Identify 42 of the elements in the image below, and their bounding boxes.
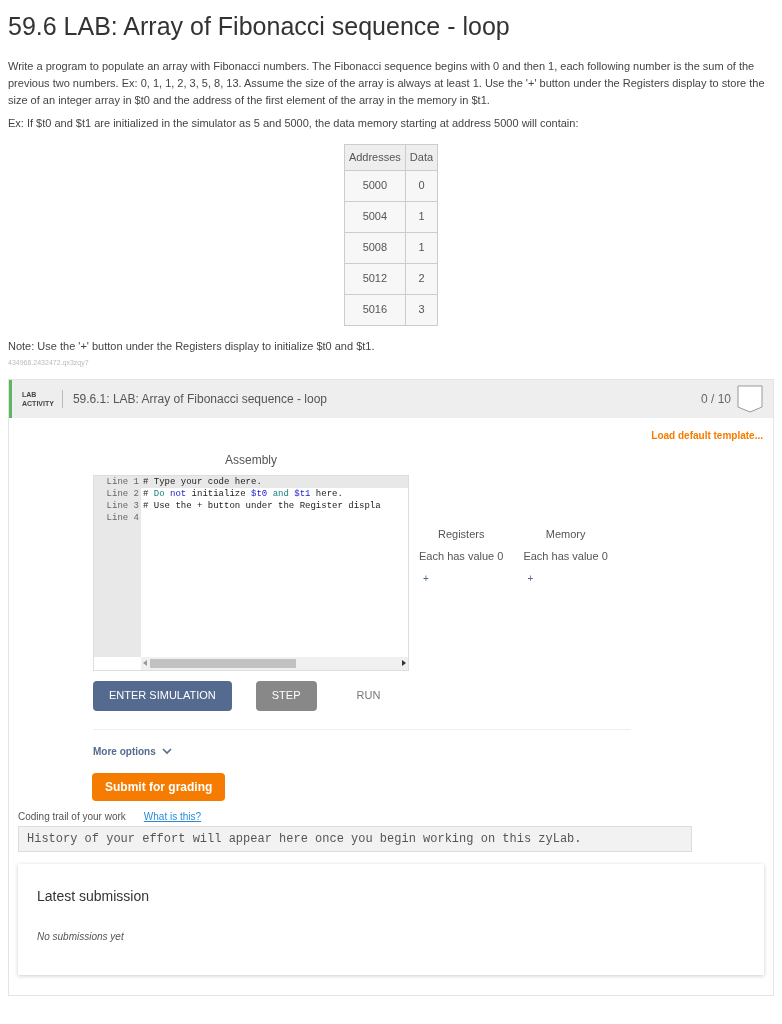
panel-title: Memory — [545, 526, 586, 542]
line-number: Line 3 — [105, 499, 140, 512]
table-cell: 5000 — [344, 170, 406, 201]
add-button[interactable]: + — [527, 570, 534, 586]
coding-trail: History of your effort will appear here once you begin working on this zyLab. — [18, 825, 692, 852]
simulation-button[interactable]: RUN — [340, 680, 397, 711]
score: 0 / 10 — [700, 390, 731, 408]
card-title: Latest submission — [37, 886, 151, 906]
lab-heading: 59.6.1: LAB: Array of Fibonacci sequence - loop — [72, 390, 328, 408]
line-number: Line 1 — [105, 475, 140, 488]
horizontal-scrollbar[interactable] — [141, 656, 408, 670]
paragraph: Write a program to populate an array with Fibonacci numbers. The Fibonacci sequence begins with 0 and then 1, each following number is the sum of the previous two numbers. Ex: 0, 1, 1, 2, 3, 5, 8, 13. Assume the size of the array is always at least 1. Use the '+' button under the Registers display to store the size of an integer array in $t0 and the address of the first element of the array in the memory in $t1. — [8, 58, 766, 108]
page-title: 59.6 LAB: Array of Fibonacci sequence - loop — [8, 11, 511, 42]
score-badge-icon — [737, 384, 763, 413]
note: Note: Use the '+' button under the Registers display to initialize $t0 and $t1. — [8, 338, 376, 354]
simulation-button[interactable]: STEP — [255, 680, 317, 711]
paragraph: Ex: If $t0 and $t1 are initialized in the simulator as 5 and 5000, the data memory starting at address 5000 will contain: — [8, 115, 580, 131]
table-cell: 5016 — [344, 294, 406, 325]
chevron-down-icon — [161, 747, 172, 755]
line-number: Line 4 — [105, 511, 140, 524]
code-editor[interactable]: Line 1 Line 2 Line 3 Line 4 # Type your code here. # Do not initialize $t0 and $t1 here. # Use the + button under the Register displa — [93, 474, 409, 671]
table-header-cell: Addresses — [344, 144, 406, 170]
more-options-button[interactable]: More options — [93, 743, 172, 759]
simulation-button[interactable]: ENTER SIMULATION — [93, 680, 232, 711]
line-number: Line 2 — [105, 487, 140, 500]
table-header-cell: Data — [405, 144, 438, 170]
panel-value: Each has value 0 — [523, 549, 608, 564]
load-template-link[interactable]: Load default template... — [651, 427, 763, 443]
code-line: # Do not initialize $t0 and $t1 here. — [142, 487, 344, 500]
what-is-this-link[interactable]: What is this? — [143, 808, 202, 824]
add-button[interactable]: + — [423, 570, 429, 586]
table-cell: 5008 — [344, 232, 406, 263]
trail-label: Coding trail of your work — [18, 809, 126, 824]
panel-title: Registers — [437, 526, 485, 542]
table-cell: 5004 — [344, 201, 406, 232]
editor-title: Assembly — [224, 451, 278, 469]
code-line: # Use the + button under the Register displa — [142, 499, 382, 512]
panel-value: Each has value 0 — [419, 549, 504, 564]
scroll-left-icon[interactable] — [143, 660, 147, 666]
table-cell: 5012 — [344, 263, 406, 294]
empty-message: No submissions yet — [37, 929, 125, 944]
scroll-right-icon[interactable] — [402, 660, 406, 666]
